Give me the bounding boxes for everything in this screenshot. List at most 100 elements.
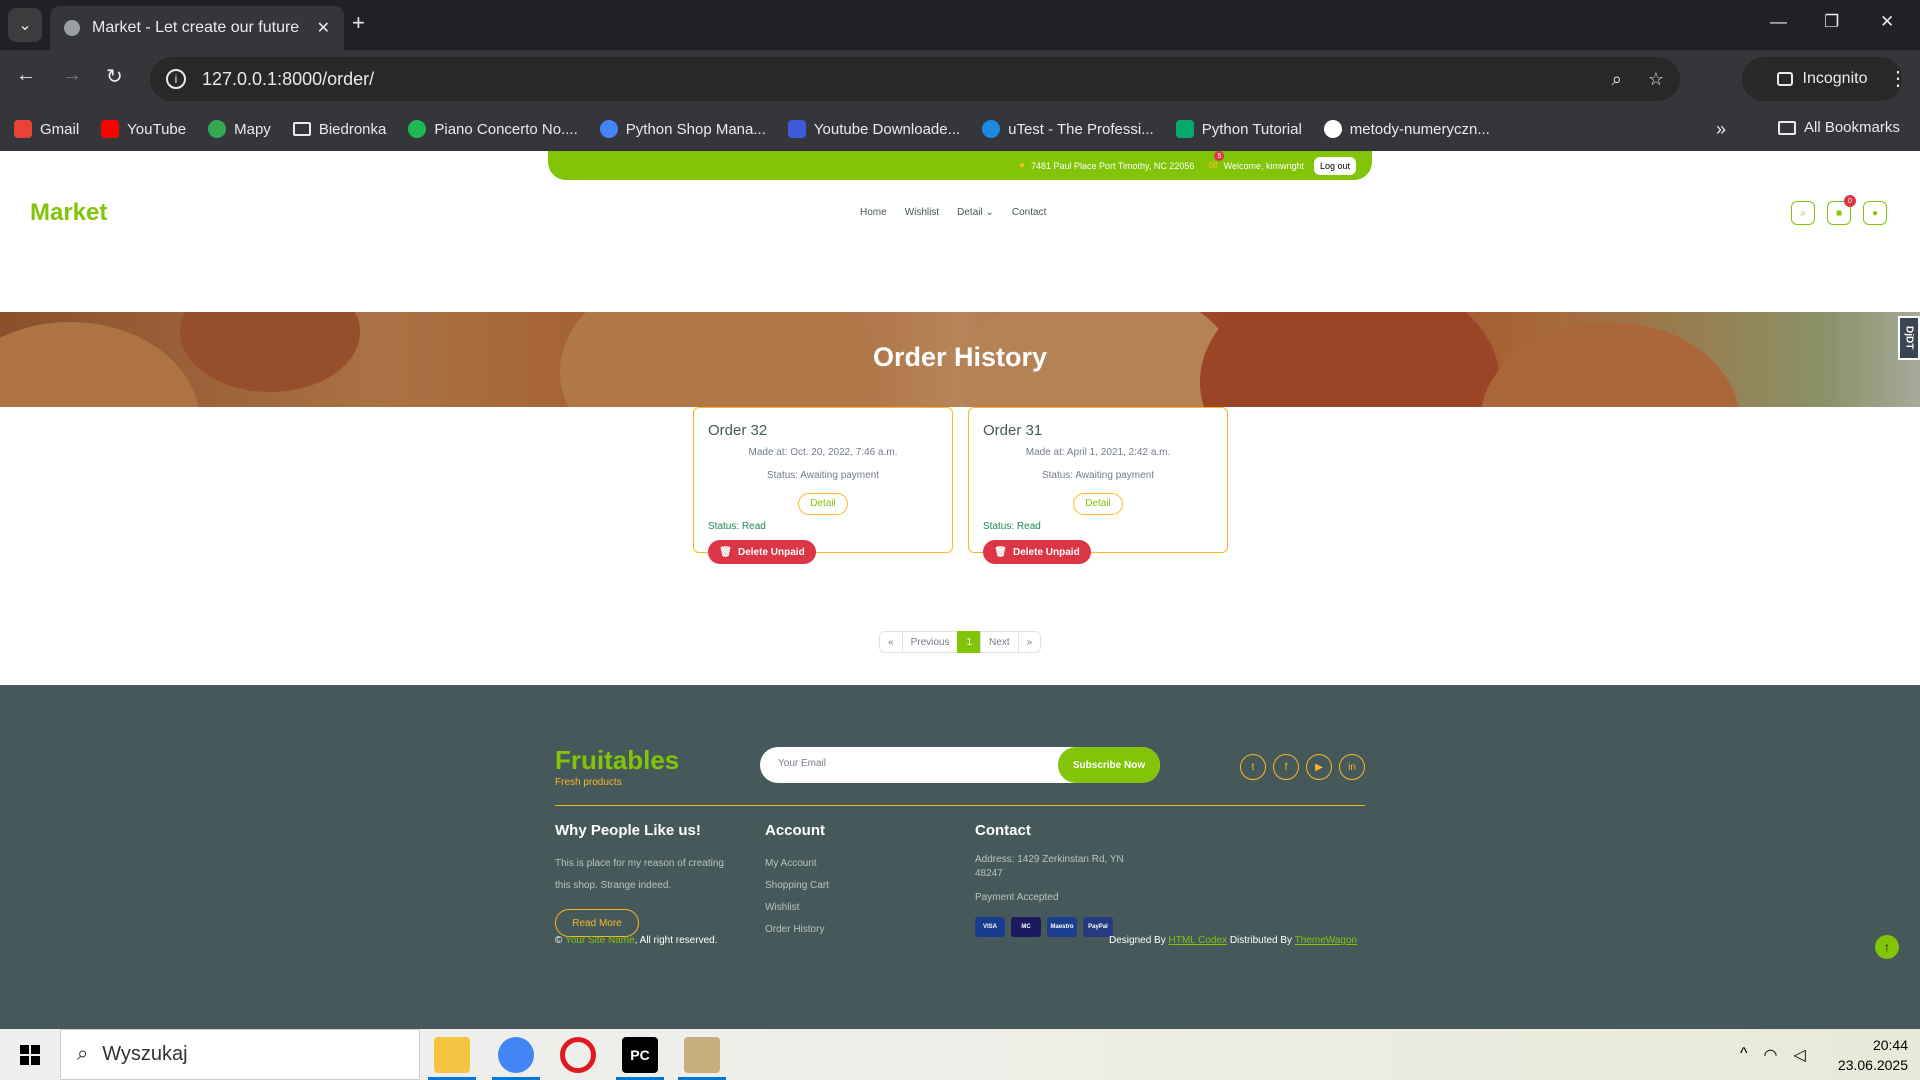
store-address: 7481 Paul Place Port Timothy, NC 22056: [1030, 160, 1195, 171]
browser-menu-icon[interactable]: ⋮: [1888, 66, 1908, 91]
search-icon[interactable]: ⌕: [1791, 201, 1815, 225]
forward-icon[interactable]: →: [62, 64, 82, 87]
window-close-icon[interactable]: ✕: [1880, 12, 1894, 32]
shopping-bag-icon[interactable]: ■ 0: [1827, 195, 1856, 225]
url-text[interactable]: 127.0.0.1:8000/order/: [202, 69, 1586, 90]
clock-date: 23.06.2025: [1837, 1057, 1908, 1073]
order-title: Order 31: [983, 422, 1043, 439]
page-hero: Order History: [0, 312, 1920, 407]
bookmark-utest[interactable]: uTest - The Professi...: [982, 120, 1154, 138]
bookmark-youtube[interactable]: YouTube: [101, 120, 186, 138]
maestro-icon: Maestro: [1047, 917, 1077, 937]
download-icon: [787, 120, 806, 138]
trash-icon: 🗑: [994, 546, 1007, 558]
incognito-icon: [1776, 72, 1793, 86]
envelope-icon[interactable]: ✉ 5: [1208, 151, 1225, 172]
cart-count-badge: 0: [1844, 195, 1856, 207]
app-icon[interactable]: [684, 1037, 720, 1073]
nav-contact[interactable]: Contact: [1012, 207, 1046, 218]
debug-toolbar-handle[interactable]: DjDT: [1898, 316, 1920, 360]
zoom-icon[interactable]: ⌕: [1612, 69, 1622, 90]
themewagon-link[interactable]: ThemeWagon: [1295, 935, 1357, 946]
tab-close-icon[interactable]: ✕: [317, 18, 330, 38]
why-heading: Why People Like us!: [555, 822, 701, 839]
page-last[interactable]: »: [1017, 631, 1042, 653]
read-more-button[interactable]: Read More: [555, 909, 639, 937]
incognito-label: Incognito: [1802, 70, 1868, 87]
credits: Designed By HTML Codex Distributed By Th…: [1109, 935, 1357, 946]
paypal-icon: PayPal: [1083, 917, 1113, 937]
page-previous[interactable]: Previous: [901, 631, 959, 653]
trash-icon: 🗑: [719, 546, 732, 558]
bookmark-piano[interactable]: Piano Concerto No....: [408, 120, 578, 138]
subscribe-button[interactable]: Subscribe Now: [1058, 747, 1160, 783]
notification-badge: 5: [1214, 151, 1225, 161]
all-bookmarks[interactable]: All Bookmarks: [1778, 119, 1900, 136]
footer-divider: [555, 805, 1365, 806]
address-bar[interactable]: i 127.0.0.1:8000/order/ ⌕ ☆: [150, 57, 1680, 101]
bookmark-python-tutorial[interactable]: Python Tutorial: [1175, 120, 1302, 138]
chrome-icon[interactable]: [498, 1037, 534, 1073]
wifi-icon[interactable]: ◠: [1764, 1045, 1778, 1065]
back-icon[interactable]: ←: [16, 64, 36, 87]
order-card: Order 32 Made at: Oct. 20, 2022, 7:46 a.…: [693, 407, 953, 564]
new-tab-icon[interactable]: +: [352, 10, 365, 36]
page-next[interactable]: Next: [980, 631, 1019, 653]
nav-detail[interactable]: Detail ⌄: [957, 207, 994, 218]
page-current[interactable]: 1: [957, 631, 982, 653]
delete-unpaid-button[interactable]: 🗑 Delete Unpaid: [983, 540, 1091, 564]
distributed-by-label: Distributed By: [1229, 935, 1293, 946]
taskbar-search[interactable]: ⌕ Wyszukaj: [60, 1029, 420, 1080]
incognito-badge[interactable]: Incognito: [1742, 57, 1902, 101]
logout-button[interactable]: Log out: [1313, 156, 1356, 175]
tab-search-dropdown-icon[interactable]: ⌄: [8, 8, 42, 42]
footer-link-my-account[interactable]: My Account: [765, 853, 925, 875]
footer-link-cart[interactable]: Shopping Cart: [765, 875, 925, 897]
html-codex-link[interactable]: HTML Codex: [1168, 935, 1227, 946]
bookmark-gmail[interactable]: Gmail: [14, 120, 79, 138]
linkedin-icon[interactable]: in: [1339, 754, 1365, 780]
pycharm-icon[interactable]: PC: [622, 1037, 658, 1073]
bookmark-star-icon[interactable]: ☆: [1648, 69, 1664, 90]
twitter-icon[interactable]: t: [1240, 754, 1266, 780]
system-clock[interactable]: 20:44 23.06.2025: [1828, 1035, 1908, 1075]
nav-home[interactable]: Home: [860, 207, 887, 218]
page-first[interactable]: «: [879, 631, 903, 653]
youtube-icon[interactable]: ▶: [1306, 754, 1332, 780]
system-tray: ^ ◠ ◁: [1740, 1045, 1806, 1065]
bookmark-python-shop[interactable]: Python Shop Mana...: [599, 120, 766, 138]
subscribe-form: Your Email Subscribe Now: [760, 747, 1160, 783]
w3schools-icon: [1175, 120, 1194, 138]
order-detail-button[interactable]: Detail: [1073, 493, 1123, 515]
bookmark-youtube-downloader[interactable]: Youtube Downloade...: [787, 120, 960, 138]
file-explorer-icon[interactable]: [434, 1037, 470, 1073]
email-input[interactable]: Your Email: [778, 758, 826, 769]
volume-icon[interactable]: ◁: [1793, 1045, 1805, 1065]
search-icon: ⌕: [77, 1043, 89, 1065]
facebook-icon[interactable]: f: [1273, 754, 1299, 780]
reload-icon[interactable]: ↻: [106, 64, 123, 89]
youtube-icon: [101, 120, 120, 138]
user-icon[interactable]: ●: [1863, 201, 1887, 225]
browser-tab[interactable]: Market - Let create our future ✕: [50, 6, 344, 50]
site-logo[interactable]: Market: [30, 199, 107, 227]
nav-wishlist[interactable]: Wishlist: [905, 207, 939, 218]
bookmark-biedronka[interactable]: Biedronka: [292, 121, 386, 138]
footer-link-order-history[interactable]: Order History: [765, 919, 925, 941]
back-to-top-icon[interactable]: ↑: [1875, 935, 1899, 959]
windows-start-icon[interactable]: [20, 1045, 40, 1065]
site-info-icon[interactable]: i: [166, 69, 186, 89]
folder-icon: [292, 122, 311, 136]
order-detail-button[interactable]: Detail: [798, 493, 848, 515]
contact-address: Address: 1429 Zerkinstan Rd, YN 48247: [975, 854, 1124, 879]
delete-unpaid-button[interactable]: 🗑 Delete Unpaid: [708, 540, 816, 564]
bookmarks-overflow-icon[interactable]: »: [1716, 119, 1726, 140]
site-name-link[interactable]: Your Site Name: [565, 935, 635, 946]
opera-icon[interactable]: [560, 1037, 596, 1073]
chevron-up-icon[interactable]: ^: [1740, 1045, 1748, 1065]
bookmark-mapy[interactable]: Mapy: [208, 120, 271, 138]
restore-icon[interactable]: ❐: [1824, 12, 1839, 32]
minimize-icon[interactable]: —: [1770, 12, 1787, 32]
footer-link-wishlist[interactable]: Wishlist: [765, 897, 925, 919]
bookmark-github[interactable]: metody-numeryczn...: [1323, 120, 1490, 138]
